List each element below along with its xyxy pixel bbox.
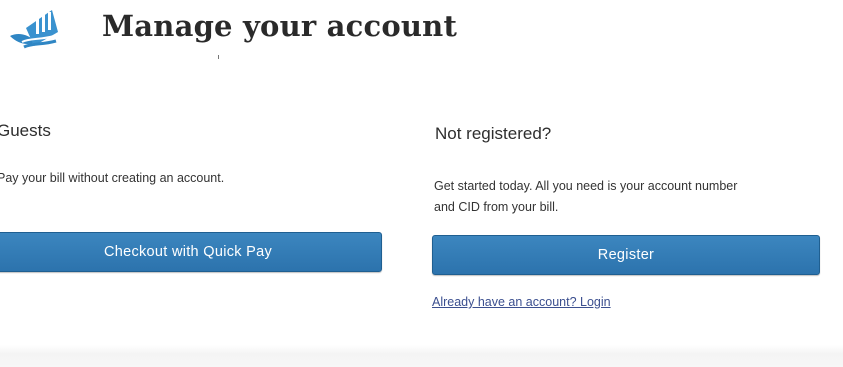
not-registered-heading: Not registered? [435,124,552,143]
quick-pay-button[interactable]: Checkout with Quick Pay [0,232,382,272]
water-tower-logo-icon [10,10,58,49]
bottom-band [0,345,843,367]
register-description-line1: Get started today. All you need is your … [434,179,738,193]
stray-mark [218,55,219,59]
guests-description: Pay your bill without creating an accoun… [0,171,225,185]
page-title: Manage your account [102,9,458,43]
login-link[interactable]: Already have an account? Login [432,293,611,311]
register-button[interactable]: Register [432,235,820,275]
guests-heading: Guests [0,121,51,140]
register-description-line2: and CID from your bill. [434,200,559,214]
